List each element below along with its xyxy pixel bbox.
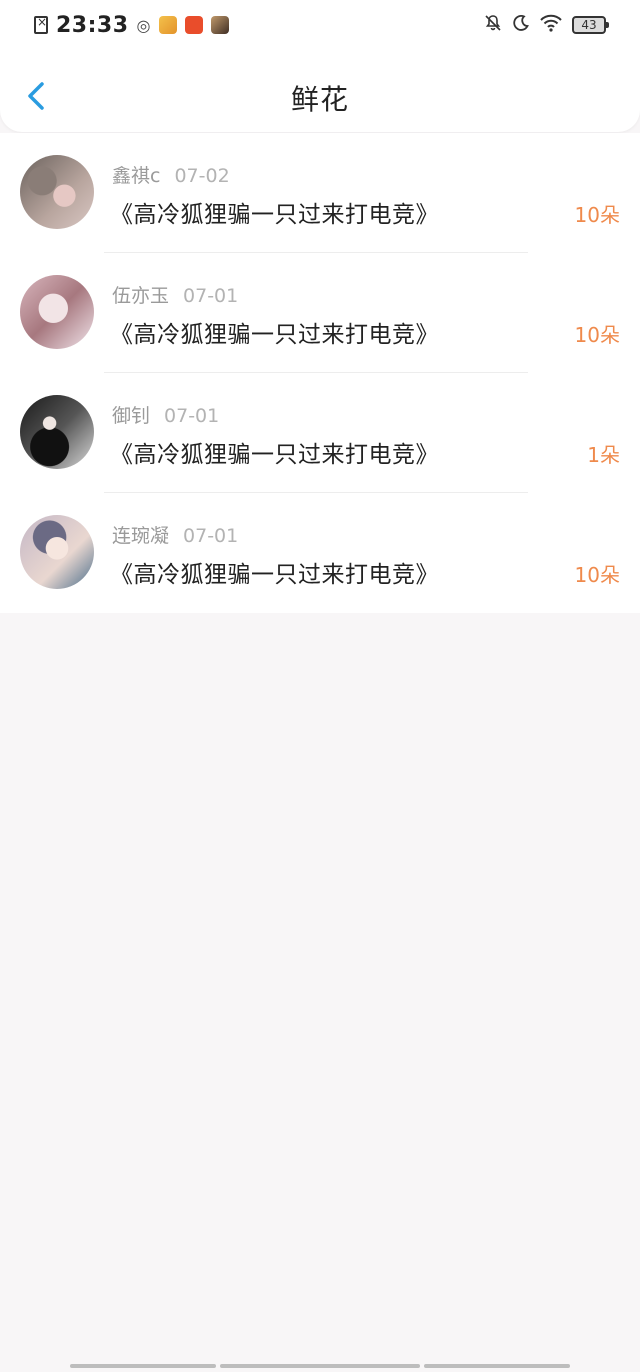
home-indicator-bar: [424, 1364, 570, 1368]
weibo-icon: ◎: [136, 15, 151, 35]
app-notification-icon: [158, 16, 177, 34]
user-name[interactable]: 伍亦玉: [112, 285, 169, 307]
wifi-icon: [540, 14, 562, 37]
nav-bar: 鲜花: [0, 60, 640, 132]
user-name[interactable]: 御钊: [112, 405, 150, 427]
flower-count: 10朵: [574, 203, 620, 227]
home-indicator-bar: [70, 1364, 216, 1368]
list-item[interactable]: 鑫祺c 07-02 《高冷狐狸骗一只过来打电竞》 10朵: [0, 133, 640, 253]
bell-off-icon: [484, 14, 502, 37]
flower-list: 鑫祺c 07-02 《高冷狐狸骗一只过来打电竞》 10朵 伍亦玉 07-01 《高冷…: [0, 133, 640, 613]
user-name[interactable]: 连琬凝: [112, 525, 169, 547]
avatar[interactable]: [20, 275, 94, 349]
app-notification-icon: [210, 16, 229, 34]
no-sim-icon: [34, 15, 48, 34]
list-item[interactable]: 御钊 07-01 《高冷狐狸骗一只过来打电竞》 1朵: [0, 373, 640, 493]
status-time: 23:33: [56, 12, 129, 38]
battery-indicator: 43: [572, 16, 609, 34]
page-title: 鲜花: [290, 83, 349, 116]
item-date: 07-01: [183, 285, 239, 307]
item-date: 07-01: [183, 525, 239, 547]
app-notification-icon: [184, 16, 203, 34]
book-title[interactable]: 《高冷狐狸骗一只过来打电竞》: [110, 195, 439, 229]
item-date: 07-01: [164, 405, 220, 427]
user-name[interactable]: 鑫祺c: [112, 165, 160, 187]
book-title[interactable]: 《高冷狐狸骗一只过来打电竞》: [110, 315, 439, 349]
top-bar: 23:33 ◎ 43 鲜花: [0, 0, 640, 132]
flower-count: 10朵: [574, 323, 620, 347]
moon-icon: [512, 14, 530, 37]
list-item[interactable]: 伍亦玉 07-01 《高冷狐狸骗一只过来打电竞》 10朵: [0, 253, 640, 373]
status-bar: 23:33 ◎ 43: [0, 0, 640, 50]
flower-count: 10朵: [574, 563, 620, 587]
home-indicator[interactable]: [70, 1364, 570, 1369]
home-indicator-bar: [220, 1364, 420, 1368]
book-title[interactable]: 《高冷狐狸骗一只过来打电竞》: [110, 435, 439, 469]
avatar[interactable]: [20, 395, 94, 469]
list-item[interactable]: 连琬凝 07-01 《高冷狐狸骗一只过来打电竞》 10朵: [0, 493, 640, 613]
item-date: 07-02: [174, 165, 230, 187]
book-title[interactable]: 《高冷狐狸骗一只过来打电竞》: [110, 555, 439, 589]
avatar[interactable]: [20, 155, 94, 229]
avatar[interactable]: [20, 515, 94, 589]
flower-count: 1朵: [587, 443, 620, 467]
